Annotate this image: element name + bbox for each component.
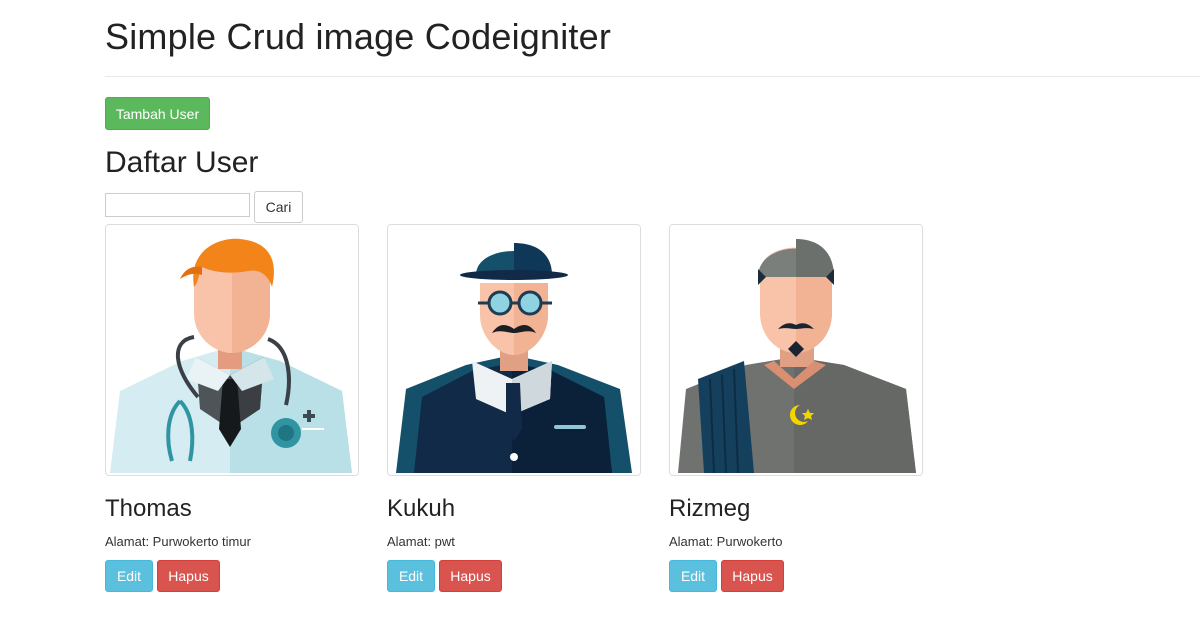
search-input[interactable] [105,193,250,217]
user-photo [105,224,359,476]
user-card: Thomas Alamat: Purwokerto timur Edit Hap… [105,224,387,604]
user-address: Alamat: pwt [387,534,455,549]
delete-button[interactable]: Hapus [157,560,220,592]
user-name: Kukuh [387,495,456,522]
page-title: Simple Crud image Codeigniter [105,16,612,57]
header-divider [105,76,1200,77]
delete-button[interactable]: Hapus [439,560,502,592]
edit-button[interactable]: Edit [387,560,435,592]
delete-button[interactable]: Hapus [721,560,784,592]
user-name: Rizmeg [669,495,751,522]
edit-button[interactable]: Edit [669,560,717,592]
gentleman-avatar-icon [396,243,632,473]
add-user-button[interactable]: Tambah User [105,97,210,130]
muslim-man-avatar-icon [678,239,916,473]
user-photo [387,224,641,476]
search-button[interactable]: Cari [254,191,303,223]
user-card: Kukuh Alamat: pwt Edit Hapus [387,224,669,604]
user-address: Alamat: Purwokerto [669,534,783,549]
section-title: Daftar User [105,146,259,179]
user-address: Alamat: Purwokerto timur [105,534,251,549]
user-photo [669,224,923,476]
doctor-avatar-icon [110,238,352,473]
user-name: Thomas [105,495,192,522]
edit-button[interactable]: Edit [105,560,153,592]
user-card: Rizmeg Alamat: Purwokerto Edit Hapus [669,224,951,604]
